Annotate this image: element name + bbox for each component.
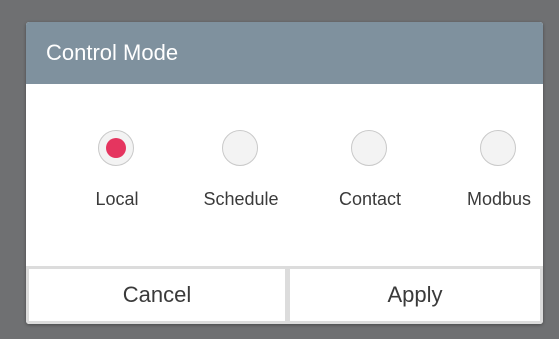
- option-modbus[interactable]: Modbus: [439, 130, 543, 220]
- radio-contact[interactable]: [351, 130, 387, 166]
- control-mode-dialog: Control Mode Local Schedule Contact Modb…: [26, 22, 543, 324]
- option-label-schedule: Schedule: [203, 189, 279, 209]
- radio-schedule[interactable]: [222, 130, 258, 166]
- option-label-modbus: Modbus: [466, 189, 532, 209]
- option-label-contact: Contact: [338, 189, 402, 209]
- option-schedule[interactable]: Schedule: [181, 130, 301, 220]
- radio-modbus[interactable]: [480, 130, 516, 166]
- dialog-header: Control Mode: [26, 22, 543, 84]
- dialog-button-bar: Cancel Apply: [26, 266, 543, 324]
- radio-local[interactable]: [98, 130, 134, 166]
- apply-button[interactable]: Apply: [290, 269, 540, 321]
- option-contact[interactable]: Contact: [310, 130, 430, 220]
- option-label-local: Local: [95, 189, 139, 209]
- mode-options: Local Schedule Contact Modbus: [26, 84, 543, 266]
- option-local[interactable]: Local: [57, 130, 177, 220]
- dialog-title: Control Mode: [46, 40, 179, 65]
- cancel-button[interactable]: Cancel: [29, 269, 285, 321]
- radio-selected-dot-icon: [106, 138, 126, 158]
